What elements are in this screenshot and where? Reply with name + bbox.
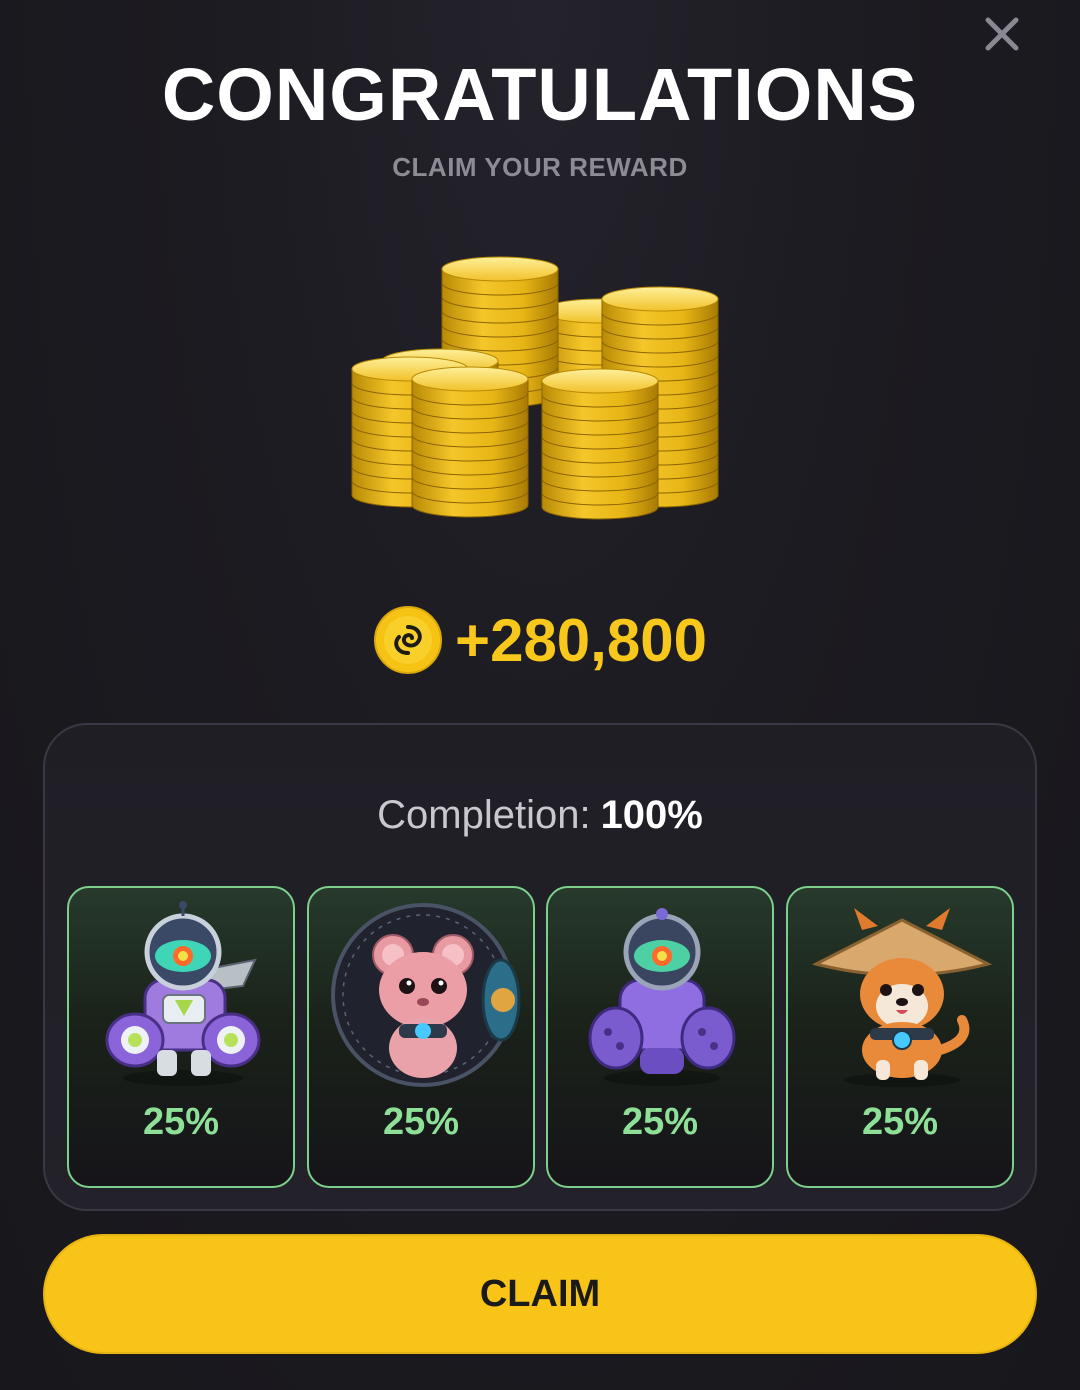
card-percent: 25% bbox=[382, 1101, 460, 1143]
character-card-1[interactable]: 25% bbox=[67, 886, 295, 1188]
hamster-ball-icon bbox=[331, 903, 521, 1087]
close-icon[interactable] bbox=[980, 12, 1024, 56]
reward-amount: +280,800 bbox=[455, 606, 707, 674]
reward-amount-row: +280,800 bbox=[0, 600, 1080, 680]
shiba-hat-icon bbox=[811, 908, 993, 1087]
completion-label: Completion: bbox=[377, 793, 591, 837]
coin-stacks-image bbox=[351, 256, 719, 520]
coin-stack bbox=[411, 366, 529, 518]
coin-stack bbox=[541, 368, 659, 520]
completion-text: Completion: 100% bbox=[45, 793, 1035, 838]
page-title: CONGRATULATIONS bbox=[161, 53, 919, 136]
robot-mech-purple-icon bbox=[588, 908, 736, 1086]
card-percent: 25% bbox=[142, 1101, 220, 1143]
page-subtitle: CLAIM YOUR REWARD bbox=[392, 152, 688, 182]
spiral-coin-icon bbox=[374, 606, 443, 674]
character-card-4[interactable]: 25% bbox=[786, 886, 1014, 1188]
completion-panel: Completion: 100% 25% 25% 25% 25% bbox=[43, 723, 1037, 1211]
close-button[interactable] bbox=[980, 12, 1024, 56]
robot-mech-icon bbox=[105, 901, 261, 1086]
completion-value: 100% bbox=[600, 793, 703, 837]
card-percent: 25% bbox=[621, 1101, 699, 1143]
character-card-3[interactable]: 25% bbox=[546, 886, 774, 1188]
card-percent: 25% bbox=[861, 1101, 939, 1143]
character-card-2[interactable]: 25% bbox=[307, 886, 535, 1188]
claim-button[interactable]: CLAIM bbox=[43, 1234, 1037, 1354]
